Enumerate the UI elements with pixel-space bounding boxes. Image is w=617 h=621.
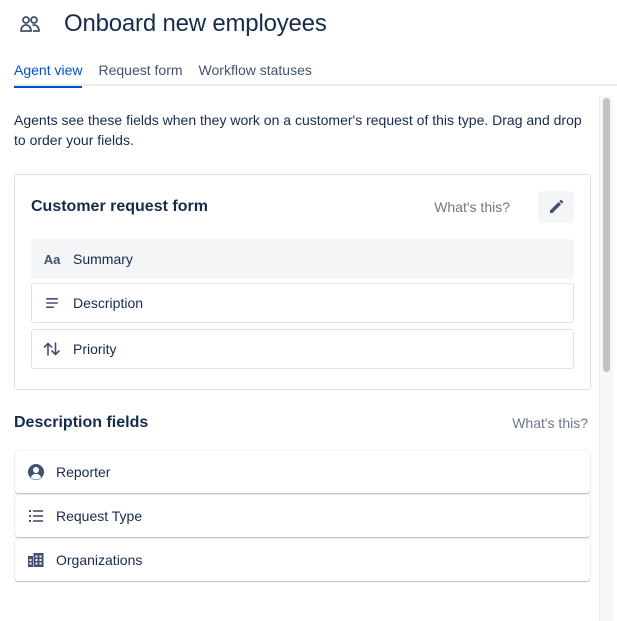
field-label: Description xyxy=(73,295,144,311)
intro-text: Agents see these fields when they work o… xyxy=(14,112,582,148)
customer-request-form-title: Customer request form xyxy=(31,198,208,215)
pencil-icon xyxy=(550,199,564,213)
field-label: Request Type xyxy=(56,508,143,524)
description-fields-title: Description fields xyxy=(14,414,149,431)
customer-request-form-panel: Customer request form What's this? Aa Su… xyxy=(14,174,591,390)
field-label: Priority xyxy=(73,341,117,357)
tab-bar: Agent view Request form Workflow statuse… xyxy=(14,62,617,88)
edit-form-button[interactable] xyxy=(538,191,574,223)
description-fields-header: Description fields What's this? xyxy=(14,412,588,434)
field-priority[interactable]: Priority xyxy=(31,329,574,369)
field-organizations[interactable]: Organizations xyxy=(15,539,590,581)
tab-agent-view[interactable]: Agent view xyxy=(14,62,83,88)
field-summary[interactable]: Aa Summary xyxy=(31,239,574,279)
sort-arrows-icon xyxy=(43,340,61,358)
field-description[interactable]: Description xyxy=(31,283,574,323)
field-label: Organizations xyxy=(56,552,143,568)
building-icon xyxy=(27,551,45,569)
scrollbar-thumb[interactable] xyxy=(603,98,610,372)
tab-request-form[interactable]: Request form xyxy=(98,62,182,86)
tab-workflow-statuses[interactable]: Workflow statuses xyxy=(199,62,312,86)
intro-section: Agents see these fields when they work o… xyxy=(14,110,590,150)
field-request-type[interactable]: Request Type xyxy=(15,495,590,537)
field-label: Reporter xyxy=(56,464,111,480)
page-title: Onboard new employees xyxy=(64,10,327,37)
whats-this-link[interactable]: What's this? xyxy=(512,415,588,431)
lines-icon xyxy=(43,294,61,312)
scrollbar[interactable] xyxy=(599,96,613,621)
field-label: Summary xyxy=(73,251,133,267)
whats-this-link[interactable]: What's this? xyxy=(434,199,510,215)
text-aa-icon: Aa xyxy=(43,251,61,267)
person-circle-icon xyxy=(27,463,45,481)
field-reporter[interactable]: Reporter xyxy=(15,451,590,493)
bullet-list-icon xyxy=(27,507,45,525)
page-header: Onboard new employees xyxy=(18,8,327,40)
customer-request-form-header: Customer request form What's this? xyxy=(31,191,574,223)
people-icon xyxy=(18,12,42,36)
